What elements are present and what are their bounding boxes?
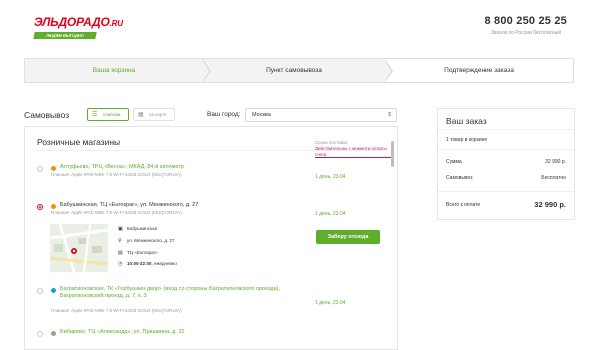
divider — [438, 149, 574, 150]
order-sum-label: Сумма — [446, 159, 462, 165]
delivery-terms-note[interactable]: Действительны с момента оплаты счета — [315, 146, 391, 158]
stores-panel: Розничные магазины Сроки поставки Действ… — [24, 126, 398, 350]
metro-line-dot — [51, 166, 56, 171]
store-metro: Бабушкинская — [127, 226, 158, 231]
divider — [438, 191, 574, 192]
stores-title: Розничные магазины — [37, 137, 121, 147]
metro-line-dot — [51, 288, 56, 293]
map-thumbnail-image — [50, 224, 108, 272]
view-list-label: списком — [103, 112, 121, 117]
view-map-label: на карте — [149, 112, 167, 117]
clock-icon: ◷ — [118, 261, 123, 267]
store-product: Планшет Apple iPAD MINI 7.9 Wi-Fi 64GB G… — [51, 172, 182, 177]
store-radio[interactable] — [37, 288, 43, 294]
list-icon: ☰ — [92, 112, 98, 118]
divider — [35, 150, 383, 151]
store-product: Планшет Apple iPAD MINI 7.9 Wi-Fi 64GB G… — [51, 210, 182, 215]
divider — [438, 129, 574, 130]
store-name[interactable]: Бибирево, ТЦ «Александр», ул. Пришвина, … — [60, 329, 300, 336]
store-mall: ТЦ «Eurospar» — [127, 250, 158, 255]
order-pickup-label: Самовывоз — [446, 175, 473, 181]
pick-up-here-button[interactable]: Заберу отсюда — [316, 230, 380, 244]
metro-line-dot — [51, 331, 56, 336]
store-radio[interactable] — [37, 166, 43, 172]
store-hours-time: 10:00-22:00 — [127, 261, 152, 266]
view-list-button[interactable]: ☰ списком — [87, 108, 129, 121]
logo-tagline: ЛЮДЯМ ВЫГОДНО — [33, 32, 97, 39]
chevron-updown-icon: ⇕ — [386, 112, 392, 118]
step-pickup-point: Пункт самовывоза — [203, 59, 385, 82]
metro-icon: ▣ — [118, 226, 123, 232]
store-hours: 10:00-22:00, ежедневно — [127, 261, 177, 267]
checkout-steps: Ваша корзина Пункт самовывоза Подтвержде… — [24, 58, 574, 83]
step-separator — [202, 59, 209, 82]
city-value: Москва — [252, 112, 271, 118]
map-icon: ▦ — [138, 112, 144, 118]
store-delivery-days: 1 день, 23.04 — [315, 300, 346, 306]
city-label: Ваш город: — [207, 111, 241, 118]
order-summary: Ваш заказ 1 товар в корзине Сумма 32 990… — [437, 108, 575, 220]
store-name[interactable]: Бабушкинская, ТЦ «Eurospar», ул. Менжинс… — [60, 202, 300, 209]
view-map-button[interactable]: ▦ на карте — [133, 108, 175, 121]
step-cart[interactable]: Ваша корзина — [25, 59, 203, 82]
store-delivery-days: 1 день, 23.04 — [315, 211, 346, 217]
order-sum-value: 32 990 р. — [545, 159, 566, 165]
store-radio[interactable] — [37, 331, 43, 337]
hotline-phone[interactable]: 8 800 250 25 25 — [484, 15, 567, 27]
order-total-row: Всего к оплате 32 990 р. — [446, 200, 566, 209]
hotline-note: Звонок по России бесплатный — [490, 30, 561, 36]
order-title: Ваш заказ — [446, 116, 487, 126]
delivery-terms-heading: Сроки поставки — [315, 140, 348, 145]
order-pickup-value: Бесплатно — [541, 175, 566, 181]
store-map-thumbnail[interactable] — [50, 224, 108, 272]
eldorado-logo[interactable]: ЭЛЬДОРАДО.RU ЛЮДЯМ ВЫГОДНО — [33, 16, 123, 39]
step-confirmation: Подтверждение заказа — [444, 67, 514, 74]
city-select[interactable]: Москва ⇕ — [245, 108, 397, 122]
order-item-count: 1 товар в корзине — [446, 137, 488, 143]
logo-suffix-text: .RU — [109, 19, 123, 28]
store-address: ул. Менжинского, д. 27 — [127, 238, 175, 243]
store-name[interactable]: Алтуфьево, ТРЦ «Веснa», МКАД, 84-й килом… — [60, 164, 300, 171]
order-total-label: Всего к оплате — [446, 202, 481, 208]
order-total-value: 32 990 р. — [534, 200, 566, 209]
location-pin-icon: ⚲ — [118, 238, 122, 244]
order-pickup-row: Самовывоз Бесплатно — [446, 175, 566, 181]
building-icon: ▤ — [118, 250, 123, 256]
pickup-title: Самовывоз — [24, 110, 70, 120]
logo-main-text: ЭЛЬДОРАДО — [34, 15, 110, 29]
store-radio-selected[interactable] — [37, 204, 43, 210]
store-hours-suffix: , ежедневно — [151, 261, 177, 266]
scrollbar[interactable] — [391, 141, 394, 167]
metro-line-dot — [51, 204, 56, 209]
order-sum-row: Сумма 32 990 р. — [446, 159, 566, 165]
store-product: Планшет Apple iPAD MINI 7.9 Wi-Fi 64GB G… — [51, 308, 182, 313]
step-separator — [384, 59, 391, 82]
store-delivery-days: 1 день, 23.04 — [315, 174, 346, 180]
store-name[interactable]: Багратионовская, ТК «Горбушкин двор» (вх… — [60, 286, 300, 300]
